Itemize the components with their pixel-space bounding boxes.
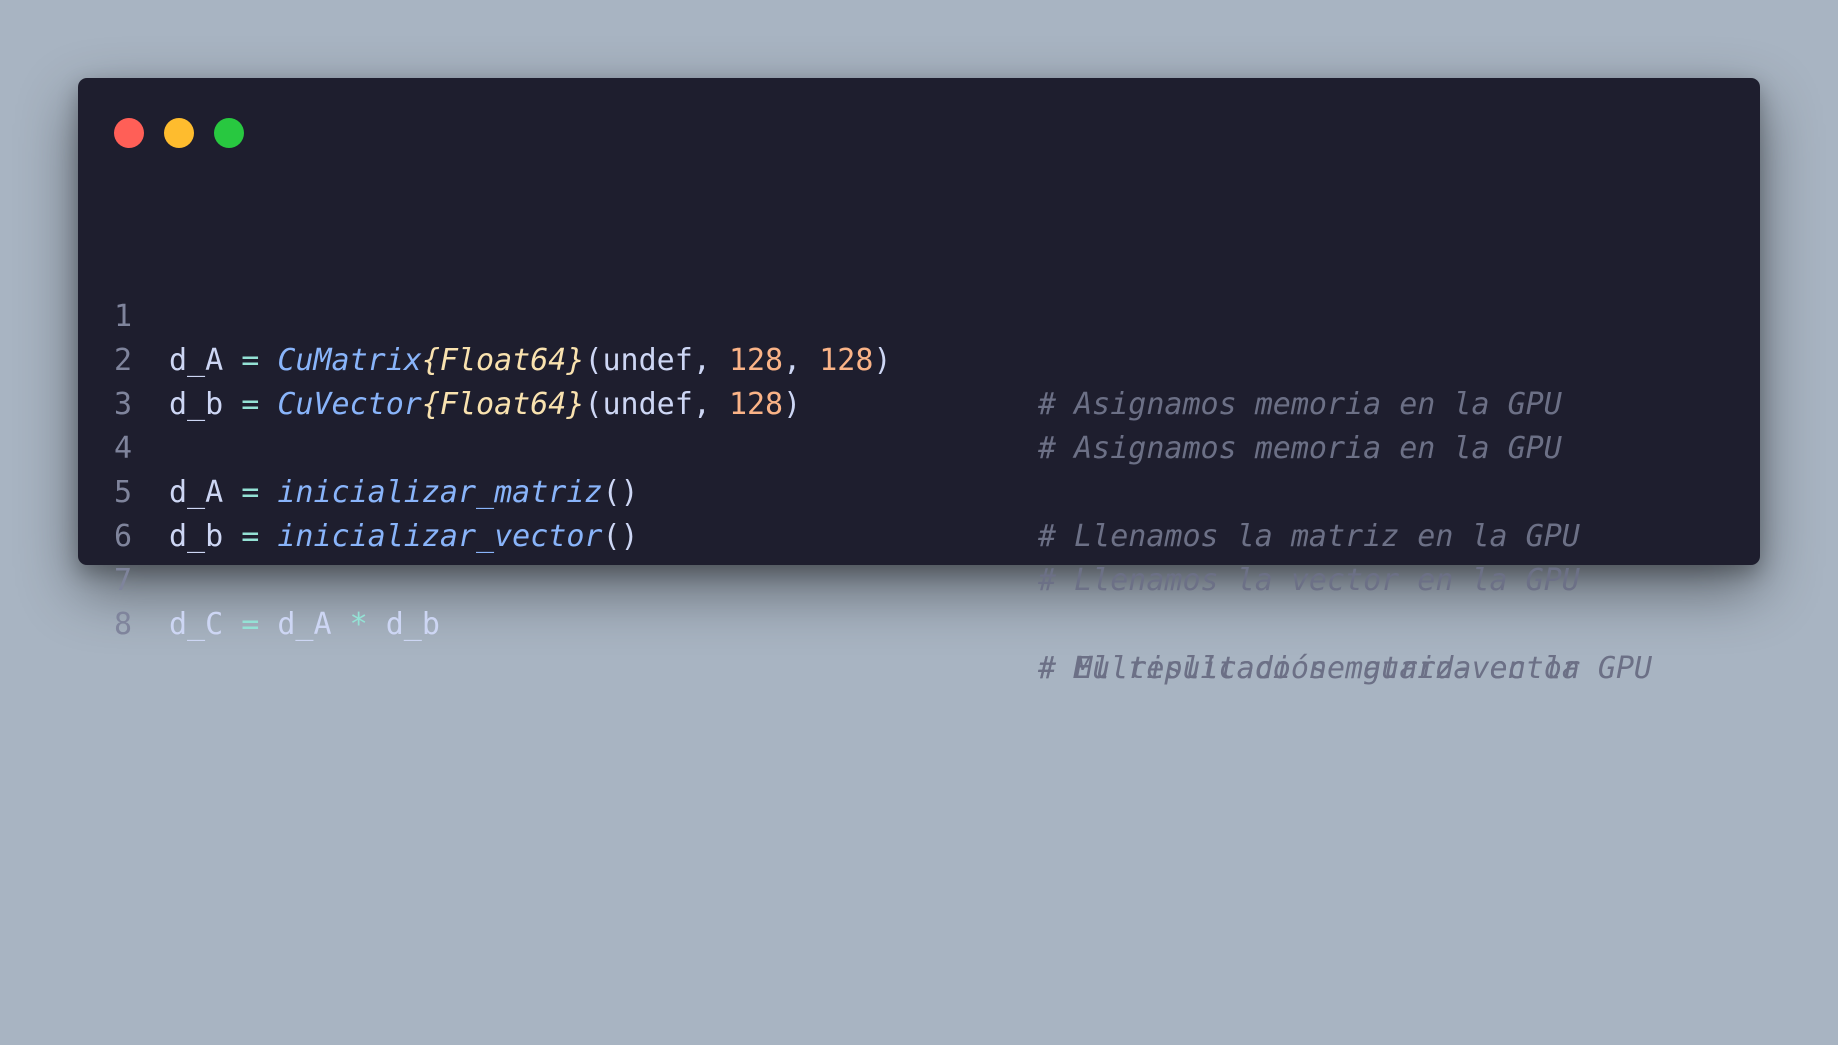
code-line: 1 d_A = CuMatrix{Float64}(undef, 128, 12… [78,251,1562,422]
function-name: inicializar_matriz [277,475,603,510]
code-comment: # Llenamos la matriz en la GPU [1038,519,1580,554]
function-name: inicializar_vector [277,519,603,554]
type-name: CuMatrix [277,343,422,378]
assign-operator: = [241,607,260,642]
code-source: d_A = CuMatrix{Float64}(undef, 128, 128) [169,339,892,383]
type-name: CuVector [277,387,422,422]
assign-operator: = [241,519,260,554]
call-parens: () [602,519,639,554]
separator: , [783,343,820,378]
code-line: 2 d_b = CuVector{Float64}(undef, 128) # … [78,295,1562,466]
assign-operator: = [241,387,260,422]
code-line: 3 [78,339,186,422]
code-block: 1 d_A = CuMatrix{Float64}(undef, 128, 12… [78,253,1652,1045]
assign-operator: = [241,475,260,510]
code-line: 6 [78,471,186,554]
assign-operator: = [241,343,260,378]
call-parens: () [602,475,639,510]
code-comment: # Asignamos memoria en la GPU [1038,387,1562,422]
number-literal: 128 [728,387,784,422]
close-window-button[interactable] [114,118,144,148]
code-line: 8 # El resultado se guarda en la GPU [78,559,1652,686]
variable: d_b [385,607,440,642]
number-literal: 128 [819,343,874,378]
maximize-window-button[interactable] [214,118,244,148]
argument: undef [602,343,693,378]
code-comment: # El resultado se guarda en la GPU [1038,651,1653,686]
code-line: 7 d_C = d_A * d_b # Multiplicación matri… [78,515,1580,686]
code-line: 5 d_b = inicializar_vector() # Llenamos … [78,427,1580,598]
paren-close: ) [873,343,892,378]
separator: , [692,343,729,378]
code-source: d_b = inicializar_vector() [169,515,639,559]
number-literal: 128 [728,343,784,378]
argument: undef [602,387,693,422]
code-source: d_A = inicializar_matriz() [169,471,639,515]
code-source: d_C = d_A * d_b [169,603,440,647]
code-comment: # Asignamos memoria en la GPU [1038,431,1562,466]
paren-open: ( [584,343,603,378]
code-line: 4 d_A = inicializar_matriz() # Llenamos … [78,383,1580,554]
paren-open: ( [584,387,603,422]
line-number: 8 [114,607,133,642]
type-parameter: {Float64} [421,387,585,422]
code-comment: # Llenamos la vector en la GPU [1038,563,1580,598]
minimize-window-button[interactable] [164,118,194,148]
type-parameter: {Float64} [421,343,585,378]
multiply-operator: * [349,607,368,642]
paren-close: ) [783,387,802,422]
separator: , [692,387,729,422]
code-source: d_b = CuVector{Float64}(undef, 128) [169,383,801,427]
code-window: 1 d_A = CuMatrix{Float64}(undef, 128, 12… [78,78,1760,686]
variable: d_A [277,607,332,642]
